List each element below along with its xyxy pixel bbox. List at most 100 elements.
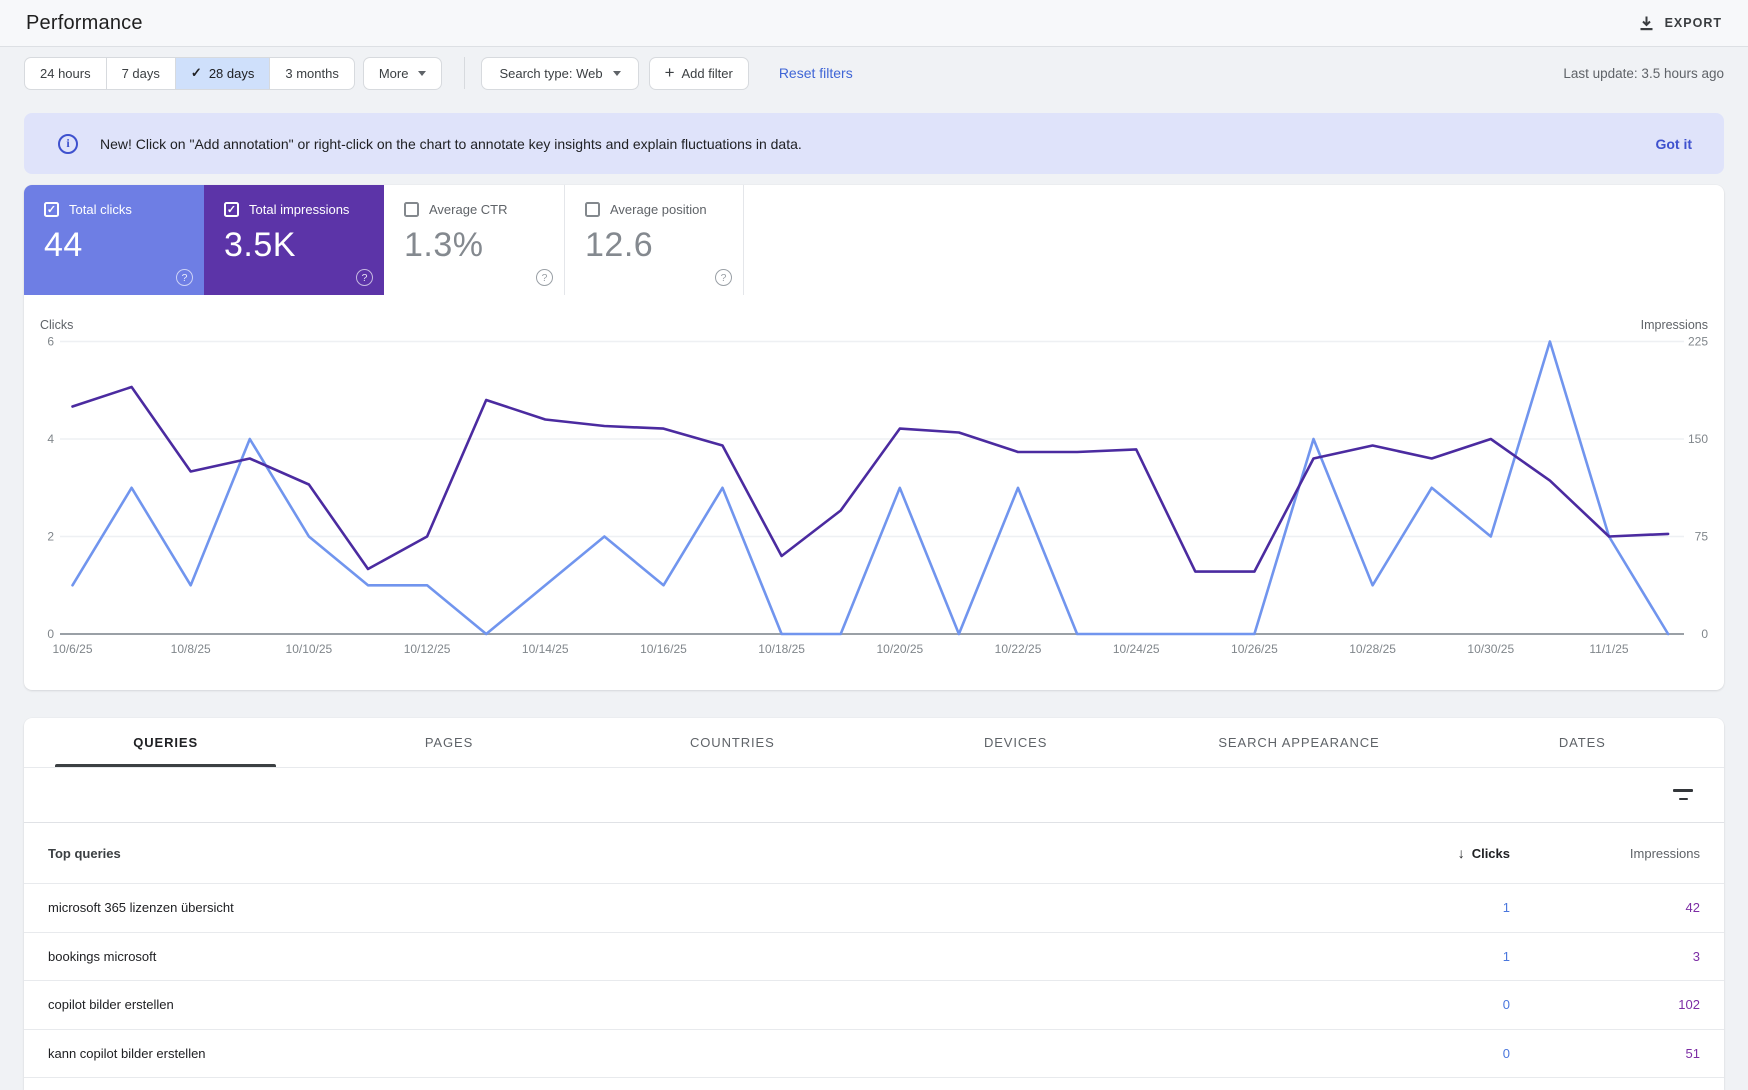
metric-value: 12.6 — [585, 226, 654, 264]
banner-message: New! Click on "Add annotation" or right-… — [100, 135, 802, 152]
left-axis-tick: 4 — [47, 432, 54, 446]
metric-card-average-ctr[interactable]: Average CTR 1.3%? — [384, 185, 564, 295]
more-dropdown[interactable]: More — [362, 56, 443, 90]
help-icon[interactable]: ? — [356, 269, 373, 286]
impressions-cell: 102 — [1678, 997, 1700, 1013]
search-type-dropdown[interactable]: Search type: Web — [481, 56, 639, 90]
last-update-text: Last update: 3.5 hours ago — [1563, 65, 1724, 81]
tab-countries[interactable]: COUNTRIES — [591, 718, 874, 767]
right-axis-tick: 225 — [1688, 335, 1708, 349]
clicks-cell: 1 — [1502, 948, 1510, 964]
table-row[interactable]: microsoft 365 lizenzen übersicht 1 42 — [24, 883, 1724, 932]
filter-toolbar: 24 hours 7 days ✓ 28 days 3 months More Sear… — [24, 56, 1724, 90]
right-axis-tick: 0 — [1701, 627, 1708, 641]
x-axis-tick: 10/12/25 — [404, 642, 451, 656]
impressions-cell: 3 — [1692, 948, 1700, 964]
table-toolbar — [24, 768, 1724, 823]
search-type-label: Search type: Web — [499, 65, 603, 81]
date-range-label: 7 days — [121, 65, 160, 81]
metric-card-average-position[interactable]: Average position 12.6? — [564, 185, 744, 295]
impressions-cell: 42 — [1685, 900, 1700, 916]
x-axis-tick: 10/14/25 — [522, 642, 569, 656]
annotation-banner: i New! Click on "Add annotation" or righ… — [24, 113, 1724, 174]
metric-card-total-impressions[interactable]: ✓ Total impressions 3.5K? — [204, 185, 384, 295]
tab-devices[interactable]: DEVICES — [874, 718, 1157, 767]
add-filter-button[interactable]: + Add filter — [648, 56, 749, 90]
info-icon: i — [58, 133, 78, 154]
table-header-row: Top queries ↓ Clicks Impressions — [24, 823, 1724, 883]
right-axis-tick: 150 — [1688, 432, 1708, 446]
date-range-3-months[interactable]: 3 months — [270, 56, 355, 90]
reset-filters-link[interactable]: Reset filters — [779, 65, 853, 81]
metric-cards-row: ✓ Total clicks 44? ✓ Total impressions 3.5K? A… — [24, 185, 1724, 295]
export-label: EXPORT — [1664, 16, 1722, 30]
query-cell: copilot bilder erstellen — [48, 997, 174, 1013]
export-button[interactable]: EXPORT — [1638, 15, 1722, 32]
table-row[interactable]: kann copilot bilder erstellen 0 51 — [24, 1028, 1724, 1078]
unchecked-checkbox[interactable] — [404, 202, 419, 217]
column-header-clicks[interactable]: ↓ Clicks — [1380, 845, 1510, 861]
date-range-28-days[interactable]: ✓ 28 days — [175, 56, 271, 90]
checked-checkbox[interactable]: ✓ — [44, 202, 59, 217]
timeseries-chart[interactable]: Clicks Impressions 0 2 4 6 0 75 150 225 10/6/25 10/… — [24, 295, 1724, 690]
plus-icon: + — [664, 63, 675, 82]
left-axis-tick: 6 — [47, 335, 54, 349]
column-header-top-queries[interactable]: Top queries — [24, 846, 1380, 861]
table-body: microsoft 365 lizenzen übersicht 1 42 booki… — [24, 883, 1724, 1077]
more-label: More — [378, 65, 409, 81]
clicks-cell: 0 — [1502, 997, 1510, 1013]
tab-search-appearance[interactable]: SEARCH APPEARANCE — [1157, 718, 1440, 767]
metric-label: Total clicks — [69, 202, 132, 217]
table-row-partial — [24, 1077, 1724, 1090]
add-filter-label: Add filter — [681, 65, 733, 81]
filter-icon[interactable] — [1672, 785, 1694, 805]
tab-queries[interactable]: QUERIES — [24, 718, 307, 767]
x-axis-tick: 10/24/25 — [1113, 642, 1160, 656]
table-row[interactable]: copilot bilder erstellen 0 102 — [24, 980, 1724, 1029]
toolbar-divider — [464, 57, 466, 89]
tab-dates[interactable]: DATES — [1441, 718, 1724, 767]
table-row[interactable]: bookings microsoft 1 3 — [24, 931, 1724, 981]
tab-pages[interactable]: PAGES — [307, 718, 590, 767]
date-range-label: 24 hours — [40, 65, 91, 81]
dimensions-table-card: QUERIES PAGES COUNTRIES DEVICES SEARCH APPEA… — [24, 718, 1724, 1090]
x-axis-tick: 10/6/25 — [52, 642, 92, 656]
help-icon[interactable]: ? — [536, 269, 553, 286]
clicks-cell: 0 — [1502, 1045, 1510, 1061]
help-icon[interactable]: ? — [176, 269, 193, 286]
clicks-cell: 1 — [1502, 900, 1510, 916]
top-header-bar: Performance EXPORT — [0, 0, 1748, 47]
checked-checkbox[interactable]: ✓ — [224, 202, 239, 217]
right-axis-title: Impressions — [1641, 318, 1708, 332]
date-range-24-hours[interactable]: 24 hours — [24, 56, 107, 90]
x-axis-tick: 10/30/25 — [1467, 642, 1514, 656]
chevron-down-icon — [612, 70, 621, 76]
metric-label: Total impressions — [249, 202, 350, 217]
x-axis-tick: 10/16/25 — [640, 642, 687, 656]
metric-value: 3.5K — [224, 226, 296, 264]
metric-label: Average CTR — [429, 202, 508, 217]
right-axis-tick: 75 — [1695, 530, 1709, 544]
impressions-line-series — [71, 385, 1670, 573]
query-cell: microsoft 365 lizenzen übersicht — [48, 900, 234, 916]
x-axis-tick: 10/10/25 — [286, 642, 333, 656]
unchecked-checkbox[interactable] — [585, 202, 600, 217]
date-range-label: 3 months — [285, 65, 339, 81]
got-it-button[interactable]: Got it — [1655, 136, 1692, 152]
metric-card-total-clicks[interactable]: ✓ Total clicks 44? — [24, 185, 204, 295]
download-icon — [1638, 15, 1655, 32]
x-axis-tick: 10/22/25 — [995, 642, 1042, 656]
query-cell: bookings microsoft — [48, 948, 157, 964]
x-axis-tick: 11/1/25 — [1589, 642, 1628, 656]
performance-chart-card: ✓ Total clicks 44? ✓ Total impressions 3.5K? A… — [24, 185, 1724, 690]
x-axis-tick: 10/18/25 — [758, 642, 805, 656]
dimension-tabs: QUERIES PAGES COUNTRIES DEVICES SEARCH APPEA… — [24, 718, 1724, 768]
x-axis-tick: 10/26/25 — [1231, 642, 1278, 656]
date-range-7-days[interactable]: 7 days — [106, 56, 176, 90]
query-cell: kann copilot bilder erstellen — [48, 1045, 206, 1061]
column-header-impressions[interactable]: Impressions — [1510, 846, 1724, 861]
metric-label: Average position — [610, 202, 707, 217]
impressions-cell: 51 — [1685, 1045, 1700, 1061]
metric-value: 44 — [44, 226, 83, 264]
help-icon[interactable]: ? — [715, 269, 732, 286]
